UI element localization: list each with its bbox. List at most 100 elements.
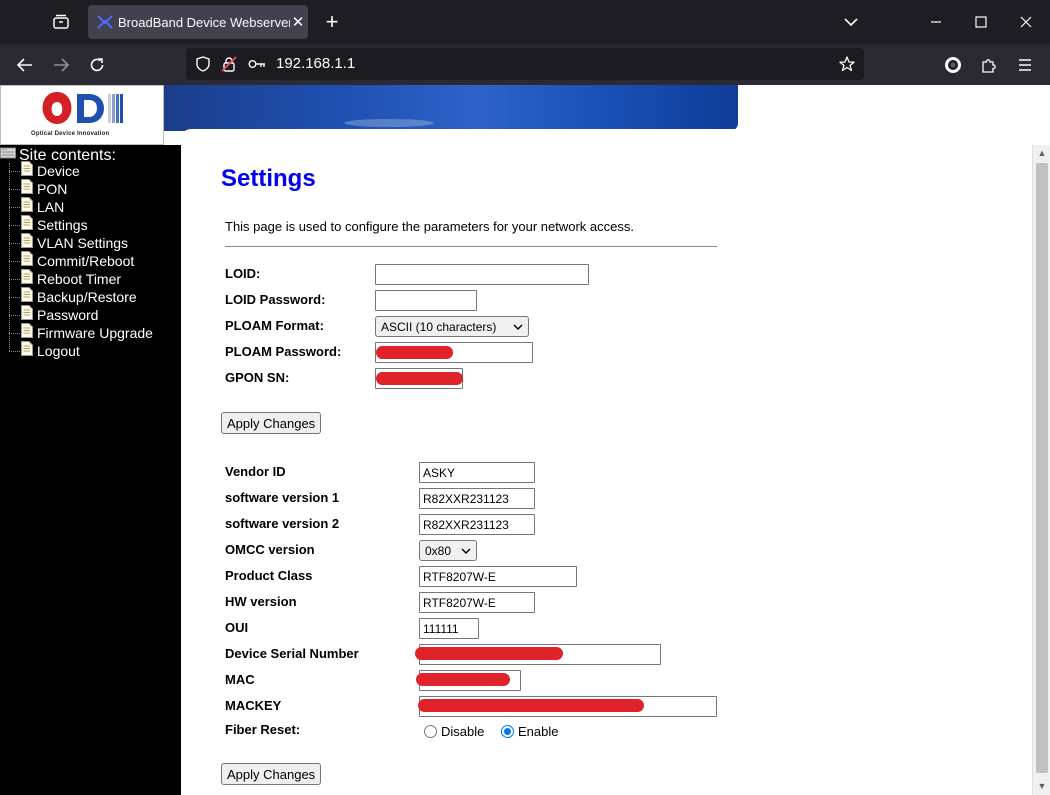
scroll-down-arrow-icon[interactable]: ▼ [1037,781,1047,791]
oui-input[interactable] [419,618,479,639]
omcc-version-selected: 0x80 [425,543,452,558]
sidebar-item-commit-reboot[interactable]: Commit/Reboot [9,251,134,271]
sidebar-item-lan[interactable]: LAN [9,197,64,217]
document-icon [21,341,33,361]
page-title: Settings [221,165,316,192]
document-icon [21,287,33,307]
vendor-id-input[interactable] [419,462,535,483]
scrollbar[interactable]: ▲ ▼ [1032,145,1050,795]
webserver-favicon-icon [96,13,114,31]
device-serial-number-label: Device Serial Number [225,646,359,661]
bookmark-star-icon[interactable] [838,55,856,73]
loid-input[interactable] [375,264,589,285]
browser-nav-bar: 192.168.1.1 [0,44,1050,85]
url-bar[interactable]: 192.168.1.1 [186,48,864,80]
sidebar: Site contents: Device PON LAN Settings V… [0,145,181,795]
app-menu-icon[interactable] [1010,50,1040,80]
permissions-key-icon[interactable] [248,55,266,73]
sidebar-item-settings[interactable]: Settings [9,215,88,235]
maximize-icon[interactable] [966,8,996,36]
loid-password-input[interactable] [375,290,477,311]
new-tab-button[interactable]: + [318,7,346,37]
web-page: Optical Device Innovation Site contents:… [0,85,1050,795]
oui-label: OUI [225,620,249,635]
software-version-1-input[interactable] [419,488,535,509]
extensions-puzzle-icon[interactable] [974,50,1004,80]
omcc-version-select[interactable]: 0x80 [419,540,477,561]
document-icon [21,323,33,343]
gpon-sn-label: GPON SN: [225,370,290,385]
browser-tab-bar: BroadBand Device Webserver ✕ + [0,0,1050,44]
sidebar-item-reboot-timer[interactable]: Reboot Timer [9,269,121,289]
reload-icon[interactable] [82,50,112,80]
redaction-mark [415,647,563,660]
chevron-down-icon [461,545,471,559]
tab-title: BroadBand Device Webserver [118,14,290,30]
ploam-password-label: PLOAM Password: [225,344,342,359]
document-icon [21,215,33,235]
fiber-reset-enable-radio[interactable] [501,725,514,738]
sidebar-item-vlan-settings[interactable]: VLAN Settings [9,233,128,253]
loid-password-label: LOID Password: [225,292,326,307]
document-icon [21,233,33,253]
minimize-icon[interactable] [921,8,951,36]
vendor-id-label: Vendor ID [225,464,286,479]
document-icon [21,161,33,181]
fiber-reset-disable-radio[interactable] [424,725,437,738]
page-description: This page is used to configure the param… [225,219,634,234]
sidebar-item-pon[interactable]: PON [9,179,67,199]
mac-label: MAC [225,672,255,687]
tab-close-icon[interactable]: ✕ [290,13,306,31]
ploam-format-label: PLOAM Format: [225,318,324,333]
fiber-reset-label: Fiber Reset: [225,722,301,737]
odi-logo: Optical Device Innovation [0,85,164,145]
ploam-format-selected: ASCII (10 characters) [381,319,497,334]
tracking-shield-icon[interactable] [194,55,212,73]
document-icon [21,251,33,271]
loid-label: LOID: [225,266,261,281]
sidebar-item-firmware-upgrade[interactable]: Firmware Upgrade [9,323,153,343]
odi-logo-mark-icon [42,92,123,124]
hw-version-input[interactable] [419,592,535,613]
product-class-label: Product Class [225,568,313,583]
divider [225,246,717,247]
sidebar-item-logout[interactable]: Logout [9,341,80,361]
sidebar-item-password[interactable]: Password [9,305,98,325]
software-version-1-label: software version 1 [225,490,340,505]
list-all-tabs-icon[interactable] [838,10,864,34]
software-version-2-input[interactable] [419,514,535,535]
apply-changes-button[interactable]: Apply Changes [221,412,322,434]
document-icon [21,269,33,289]
main-content: Settings This page is used to configure … [181,145,1032,795]
apply-changes-button-2[interactable]: Apply Changes [221,763,322,785]
fiber-reset-disable-label[interactable]: Disable [441,724,484,739]
firefox-view-icon[interactable] [44,7,78,37]
header-banner [164,85,738,131]
mackey-label: MACKEY [225,698,282,713]
redaction-mark [376,346,453,359]
document-icon [21,305,33,325]
sidebar-item-backup-restore[interactable]: Backup/Restore [9,287,137,307]
fiber-reset-enable-label[interactable]: Enable [518,724,558,739]
browser-tab-active[interactable]: BroadBand Device Webserver ✕ [88,5,308,39]
insecure-lock-icon[interactable] [220,55,238,73]
back-arrow-icon[interactable] [10,50,40,80]
ploam-format-select[interactable]: ASCII (10 characters) [375,316,529,337]
redaction-mark [416,673,510,686]
software-version-2-label: software version 2 [225,516,340,531]
sidebar-item-device[interactable]: Device [9,161,80,181]
window-close-icon[interactable] [1011,8,1041,36]
product-class-input[interactable] [419,566,577,587]
logo-subtitle: Optical Device Innovation [31,131,110,137]
account-avatar-icon[interactable] [938,50,968,80]
redaction-mark [376,372,463,385]
hw-version-label: HW version [225,594,297,609]
redaction-mark [418,699,644,712]
scroll-up-arrow-icon[interactable]: ▲ [1037,148,1047,158]
document-icon [21,197,33,217]
forward-arrow-icon[interactable] [46,50,76,80]
scrollbar-thumb[interactable] [1036,163,1048,773]
document-icon [21,179,33,199]
omcc-version-label: OMCC version [225,542,315,557]
url-text[interactable]: 192.168.1.1 [276,55,355,72]
